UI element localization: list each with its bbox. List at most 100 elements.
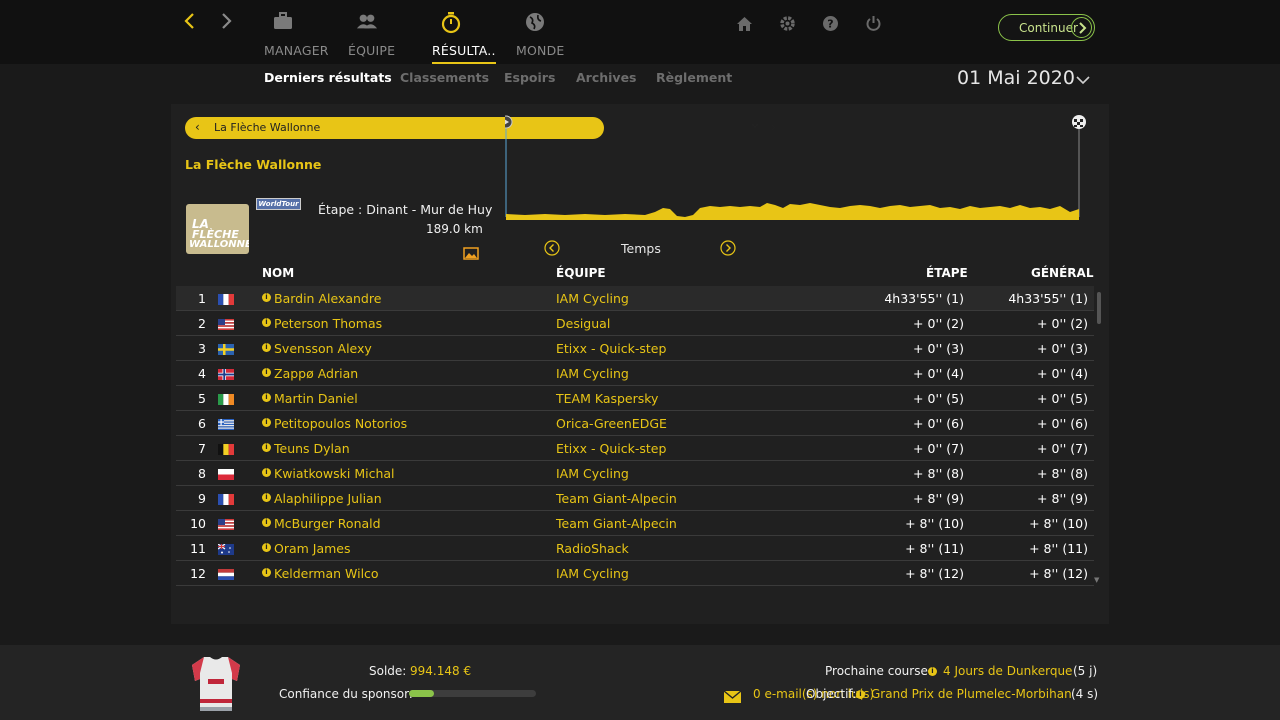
power-icon[interactable] bbox=[865, 15, 883, 33]
sponsor-confidence-fill bbox=[409, 690, 434, 697]
table-row[interactable]: 2 i Peterson Thomas Desigual + 0'' (2) + 0'' … bbox=[176, 311, 1094, 336]
chevron-left-icon[interactable]: ‹ bbox=[195, 120, 200, 134]
team-name[interactable]: Team Giant-Alpecin bbox=[556, 516, 677, 531]
column-header-general[interactable]: GÉNÉRAL bbox=[1031, 266, 1093, 280]
info-icon[interactable]: i bbox=[262, 293, 271, 302]
rider-name[interactable]: Peterson Thomas bbox=[274, 316, 382, 331]
info-icon[interactable]: i bbox=[262, 493, 271, 502]
column-header-team[interactable]: ÉQUIPE bbox=[556, 266, 606, 280]
rider-name[interactable]: Svensson Alexy bbox=[274, 341, 372, 356]
country-flag-icon bbox=[218, 318, 234, 330]
team-name[interactable]: IAM Cycling bbox=[556, 466, 629, 481]
table-row[interactable]: 3 i Svensson Alexy Etixx - Quick-step + 0'' … bbox=[176, 336, 1094, 361]
team-name[interactable]: IAM Cycling bbox=[556, 366, 629, 381]
rank: 12 bbox=[190, 566, 206, 581]
tab-manager[interactable]: MANAGER bbox=[264, 12, 329, 60]
rank: 7 bbox=[198, 441, 206, 456]
continue-button[interactable]: Continuer bbox=[998, 14, 1095, 41]
worldtour-badge: WorldTour bbox=[256, 198, 301, 210]
previous-mode-button[interactable] bbox=[544, 240, 560, 256]
rider-name[interactable]: Kelderman Wilco bbox=[274, 566, 379, 581]
general-time: + 8'' (11) bbox=[1029, 541, 1088, 556]
rider-name[interactable]: Oram James bbox=[274, 541, 351, 556]
rider-name[interactable]: Petitopoulos Notorios bbox=[274, 416, 407, 431]
tab-monde[interactable]: MONDE bbox=[516, 12, 565, 60]
subtab-espoirs[interactable]: Espoirs bbox=[504, 70, 555, 85]
team-name[interactable]: RadioShack bbox=[556, 541, 629, 556]
rank: 1 bbox=[198, 291, 206, 306]
team-name[interactable]: IAM Cycling bbox=[556, 566, 629, 581]
info-icon[interactable]: i bbox=[262, 518, 271, 527]
info-icon[interactable]: i bbox=[262, 418, 271, 427]
table-row[interactable]: 11 i Oram James RadioShack + 8'' (11) + 8'' (… bbox=[176, 536, 1094, 561]
help-icon[interactable]: ? bbox=[822, 15, 840, 33]
stage-time: + 0'' (7) bbox=[913, 441, 964, 456]
table-row[interactable]: 12 i Kelderman Wilco IAM Cycling + 8'' (12) +… bbox=[176, 561, 1094, 586]
team-name[interactable]: Etixx - Quick-step bbox=[556, 341, 666, 356]
rider-name[interactable]: Martin Daniel bbox=[274, 391, 358, 406]
race-logo: LA FLÈCHE WALLONNE bbox=[186, 204, 252, 254]
forward-arrow-icon[interactable] bbox=[216, 12, 236, 36]
table-row[interactable]: 9 i Alaphilippe Julian Team Giant-Alpecin + … bbox=[176, 486, 1094, 511]
table-row[interactable]: 10 i McBurger Ronald Team Giant-Alpecin + 8'… bbox=[176, 511, 1094, 536]
tab-label: MONDE bbox=[516, 43, 565, 58]
next-race-name[interactable]: 4 Jours de Dunkerque bbox=[943, 664, 1072, 678]
rider-name[interactable]: McBurger Ronald bbox=[274, 516, 381, 531]
table-row[interactable]: 6 i Petitopoulos Notorios Orica-GreenEDGE + … bbox=[176, 411, 1094, 436]
info-icon[interactable]: i bbox=[262, 543, 271, 552]
mail-icon[interactable] bbox=[723, 688, 742, 703]
subtab-archives[interactable]: Archives bbox=[576, 70, 637, 85]
back-arrow-icon[interactable] bbox=[180, 12, 200, 36]
info-icon[interactable]: i bbox=[262, 468, 271, 477]
rider-name[interactable]: Zappø Adrian bbox=[274, 366, 358, 381]
table-row[interactable]: 8 i Kwiatkowski Michal IAM Cycling + 8'' (8)… bbox=[176, 461, 1094, 486]
column-header-stage[interactable]: ÉTAPE bbox=[926, 266, 968, 280]
next-mode-button[interactable] bbox=[720, 240, 736, 256]
sponsor-confidence-label: Confiance du sponsor: bbox=[279, 687, 413, 701]
table-row[interactable]: 1 i Bardin Alexandre IAM Cycling 4h33'55'' (… bbox=[176, 286, 1094, 311]
team-name[interactable]: Etixx - Quick-step bbox=[556, 441, 666, 456]
scroll-down-icon[interactable]: ▼ bbox=[1094, 576, 1099, 584]
country-flag-icon bbox=[218, 368, 234, 380]
subtab-reglement[interactable]: Règlement bbox=[656, 70, 732, 85]
team-jersey-icon[interactable] bbox=[190, 655, 242, 713]
subtab-derniers-resultats[interactable]: Derniers résultats bbox=[264, 70, 392, 85]
scrollbar-thumb[interactable] bbox=[1097, 292, 1101, 324]
team-name[interactable]: Desigual bbox=[556, 316, 610, 331]
rider-name[interactable]: Teuns Dylan bbox=[274, 441, 350, 456]
column-header-name[interactable]: NOM bbox=[262, 266, 294, 280]
table-row[interactable]: 7 i Teuns Dylan Etixx - Quick-step + 0'' (7)… bbox=[176, 436, 1094, 461]
info-icon[interactable]: i bbox=[262, 568, 271, 577]
info-icon[interactable]: i bbox=[262, 443, 271, 452]
chevron-right-icon bbox=[1071, 17, 1092, 38]
team-name[interactable]: TEAM Kaspersky bbox=[556, 391, 658, 406]
info-icon[interactable]: i bbox=[262, 393, 271, 402]
current-date[interactable]: 01 Mai 2020 bbox=[957, 67, 1075, 89]
rank: 9 bbox=[198, 491, 206, 506]
team-icon bbox=[356, 12, 378, 34]
rider-name[interactable]: Bardin Alexandre bbox=[274, 291, 381, 306]
general-time: + 8'' (10) bbox=[1029, 516, 1088, 531]
chevron-down-icon[interactable] bbox=[1076, 70, 1090, 85]
rider-name[interactable]: Alaphilippe Julian bbox=[274, 491, 382, 506]
svg-text:?: ? bbox=[827, 18, 833, 31]
team-name[interactable]: Orica-GreenEDGE bbox=[556, 416, 667, 431]
rider-name[interactable]: Kwiatkowski Michal bbox=[274, 466, 395, 481]
objective-name[interactable]: Grand Prix de Plumelec-Morbihan bbox=[871, 687, 1072, 701]
gear-icon[interactable] bbox=[779, 15, 797, 33]
tab-resultats[interactable]: RÉSULTA.. bbox=[432, 12, 496, 64]
tab-equipe[interactable]: ÉQUIPE bbox=[348, 12, 395, 60]
table-row[interactable]: 5 i Martin Daniel TEAM Kaspersky + 0'' (5) + … bbox=[176, 386, 1094, 411]
subtab-classements[interactable]: Classements bbox=[400, 70, 489, 85]
info-icon[interactable]: i bbox=[262, 343, 271, 352]
info-icon[interactable]: i bbox=[262, 318, 271, 327]
team-name[interactable]: Team Giant-Alpecin bbox=[556, 491, 677, 506]
home-icon[interactable] bbox=[736, 15, 754, 33]
rank: 10 bbox=[190, 516, 206, 531]
team-name[interactable]: IAM Cycling bbox=[556, 291, 629, 306]
country-flag-icon bbox=[218, 493, 234, 505]
table-row[interactable]: 4 i Zappø Adrian IAM Cycling + 0'' (4) + 0'' … bbox=[176, 361, 1094, 386]
info-icon[interactable]: i bbox=[262, 368, 271, 377]
image-icon[interactable] bbox=[463, 245, 479, 260]
results-table: 1 i Bardin Alexandre IAM Cycling 4h33'55'' (… bbox=[176, 286, 1094, 586]
